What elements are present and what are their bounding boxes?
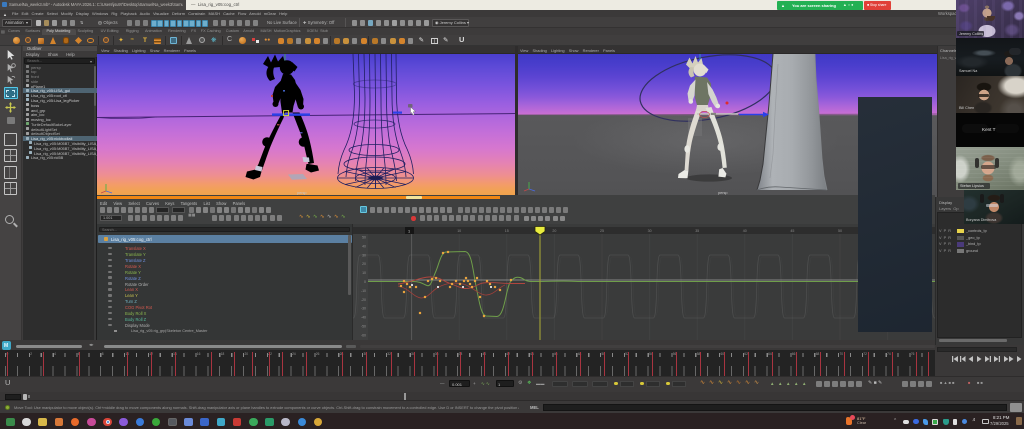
svg-text:25: 25 xyxy=(600,229,604,233)
svg-text:35: 35 xyxy=(695,229,699,233)
svg-text:-60: -60 xyxy=(361,333,366,337)
svg-text:-10: -10 xyxy=(361,289,366,293)
svg-text:-40: -40 xyxy=(361,316,366,320)
svg-text:40: 40 xyxy=(362,244,366,248)
svg-text:40: 40 xyxy=(743,229,747,233)
svg-text:-30: -30 xyxy=(361,307,366,311)
svg-text:50: 50 xyxy=(838,229,842,233)
svg-text:50: 50 xyxy=(362,236,366,240)
svg-text:20: 20 xyxy=(362,262,366,266)
svg-text:1: 1 xyxy=(408,229,410,233)
svg-text:45: 45 xyxy=(790,229,794,233)
svg-text:-50: -50 xyxy=(361,325,366,329)
svg-text:30: 30 xyxy=(648,229,652,233)
svg-text:0: 0 xyxy=(364,280,366,284)
svg-text:10: 10 xyxy=(362,271,366,275)
svg-text:-20: -20 xyxy=(361,298,366,302)
svg-text:20: 20 xyxy=(552,229,556,233)
svg-text:15: 15 xyxy=(505,229,509,233)
svg-text:10: 10 xyxy=(457,229,461,233)
